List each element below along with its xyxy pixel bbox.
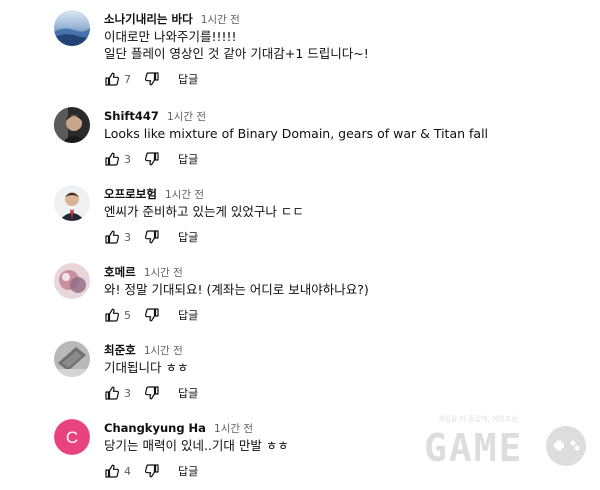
- comment-text: 기대됩니다 ㅎㅎ: [104, 359, 584, 376]
- comment-line: 이대로만 나와주기를!!!!!: [104, 29, 237, 44]
- reply-button[interactable]: 답글: [178, 151, 198, 167]
- avatar[interactable]: [54, 10, 90, 46]
- thumbs-down-icon[interactable]: [144, 385, 160, 401]
- reply-button[interactable]: 답글: [178, 463, 198, 479]
- avatar[interactable]: C: [54, 419, 90, 455]
- comment-actions: 3 답글: [104, 227, 584, 247]
- comment-actions: 3 답글: [104, 383, 584, 403]
- comment-author[interactable]: 최준호: [104, 343, 136, 357]
- comment-text: 이대로만 나와주기를!!!!! 일단 플레이 영상인 것 같아 기대감+1 드립…: [104, 28, 584, 62]
- object-photo-avatar: [54, 341, 90, 377]
- thumbs-up-icon[interactable]: [104, 229, 120, 245]
- thumbs-down-icon[interactable]: [144, 71, 160, 87]
- comment-actions: 5 답글: [104, 305, 584, 325]
- comment-author[interactable]: Shift447: [104, 109, 159, 123]
- thumbs-up-icon[interactable]: [104, 71, 120, 87]
- letter-avatar: C: [54, 419, 90, 455]
- comment-time[interactable]: 1시간 전: [167, 111, 206, 123]
- gamepad-icon: [546, 426, 586, 466]
- comment-actions: 7 답글: [104, 69, 584, 89]
- thumbs-up-icon[interactable]: [104, 463, 120, 479]
- like-count: 3: [124, 152, 131, 166]
- comment-time[interactable]: 1시간 전: [201, 14, 240, 26]
- like-count: 7: [124, 72, 131, 86]
- thumbs-up-icon[interactable]: [104, 385, 120, 401]
- comment-time[interactable]: 1시간 전: [144, 345, 183, 357]
- like-count: 3: [124, 386, 131, 400]
- comment-time[interactable]: 1시간 전: [144, 267, 183, 279]
- watermark-wordmark: GAME: [424, 426, 524, 470]
- suit-man-avatar: [54, 185, 90, 221]
- like-count: 4: [124, 464, 131, 478]
- watermark-tagline: 게임을 더 즐겁게, 게임조선: [438, 415, 518, 423]
- pink-photo-avatar: [54, 263, 90, 299]
- thumbs-down-icon[interactable]: [144, 151, 160, 167]
- comment-time[interactable]: 1시간 전: [165, 189, 204, 201]
- comment-actions: 3 답글: [104, 149, 584, 169]
- like-count: 3: [124, 230, 131, 244]
- thumbs-down-icon[interactable]: [144, 229, 160, 245]
- comment-line: 와! 정말 기대되요! (계좌는 어디로 보내야하나요?): [104, 282, 369, 297]
- avatar[interactable]: [54, 263, 90, 299]
- comment-time[interactable]: 1시간 전: [214, 423, 253, 435]
- comment-author[interactable]: 호메르: [104, 265, 136, 279]
- comment-line: 엔씨가 준비하고 있는게 있었구나 ㄷㄷ: [104, 204, 304, 219]
- comment-line: 기대됩니다 ㅎㅎ: [104, 360, 189, 375]
- comment-text: 와! 정말 기대되요! (계좌는 어디로 보내야하나요?): [104, 281, 584, 298]
- comment-line: 일단 플레이 영상인 것 같아 기대감+1 드립니다~!: [104, 46, 369, 61]
- thumbs-down-icon[interactable]: [144, 307, 160, 323]
- reply-button[interactable]: 답글: [178, 385, 198, 401]
- like-count: 5: [124, 308, 131, 322]
- person-photo-avatar: [54, 107, 90, 143]
- comment-author[interactable]: 소나기내리는 바다: [104, 12, 193, 26]
- comment-section: 소나기내리는 바다 1시간 전 이대로만 나와주기를!!!!! 일단 플레이 영…: [0, 0, 600, 490]
- avatar[interactable]: [54, 185, 90, 221]
- reply-button[interactable]: 답글: [178, 307, 198, 323]
- ocean-photo-avatar: [54, 10, 90, 46]
- comment-author[interactable]: 오프로보험: [104, 187, 157, 201]
- comment-text: 엔씨가 준비하고 있는게 있었구나 ㄷㄷ: [104, 203, 584, 220]
- comment-author[interactable]: Changkyung Ha: [104, 421, 206, 435]
- thumbs-up-icon[interactable]: [104, 307, 120, 323]
- reply-button[interactable]: 답글: [178, 71, 198, 87]
- avatar[interactable]: [54, 341, 90, 377]
- watermark-logo: 게임을 더 즐겁게, 게임조선 GAME: [424, 412, 594, 482]
- thumbs-up-icon[interactable]: [104, 151, 120, 167]
- reply-button[interactable]: 답글: [178, 229, 198, 245]
- comment-text: Looks like mixture of Binary Domain, gea…: [104, 125, 584, 142]
- comment-line: Looks like mixture of Binary Domain, gea…: [104, 126, 489, 141]
- thumbs-down-icon[interactable]: [144, 463, 160, 479]
- avatar-letter: C: [66, 428, 78, 447]
- avatar[interactable]: [54, 107, 90, 143]
